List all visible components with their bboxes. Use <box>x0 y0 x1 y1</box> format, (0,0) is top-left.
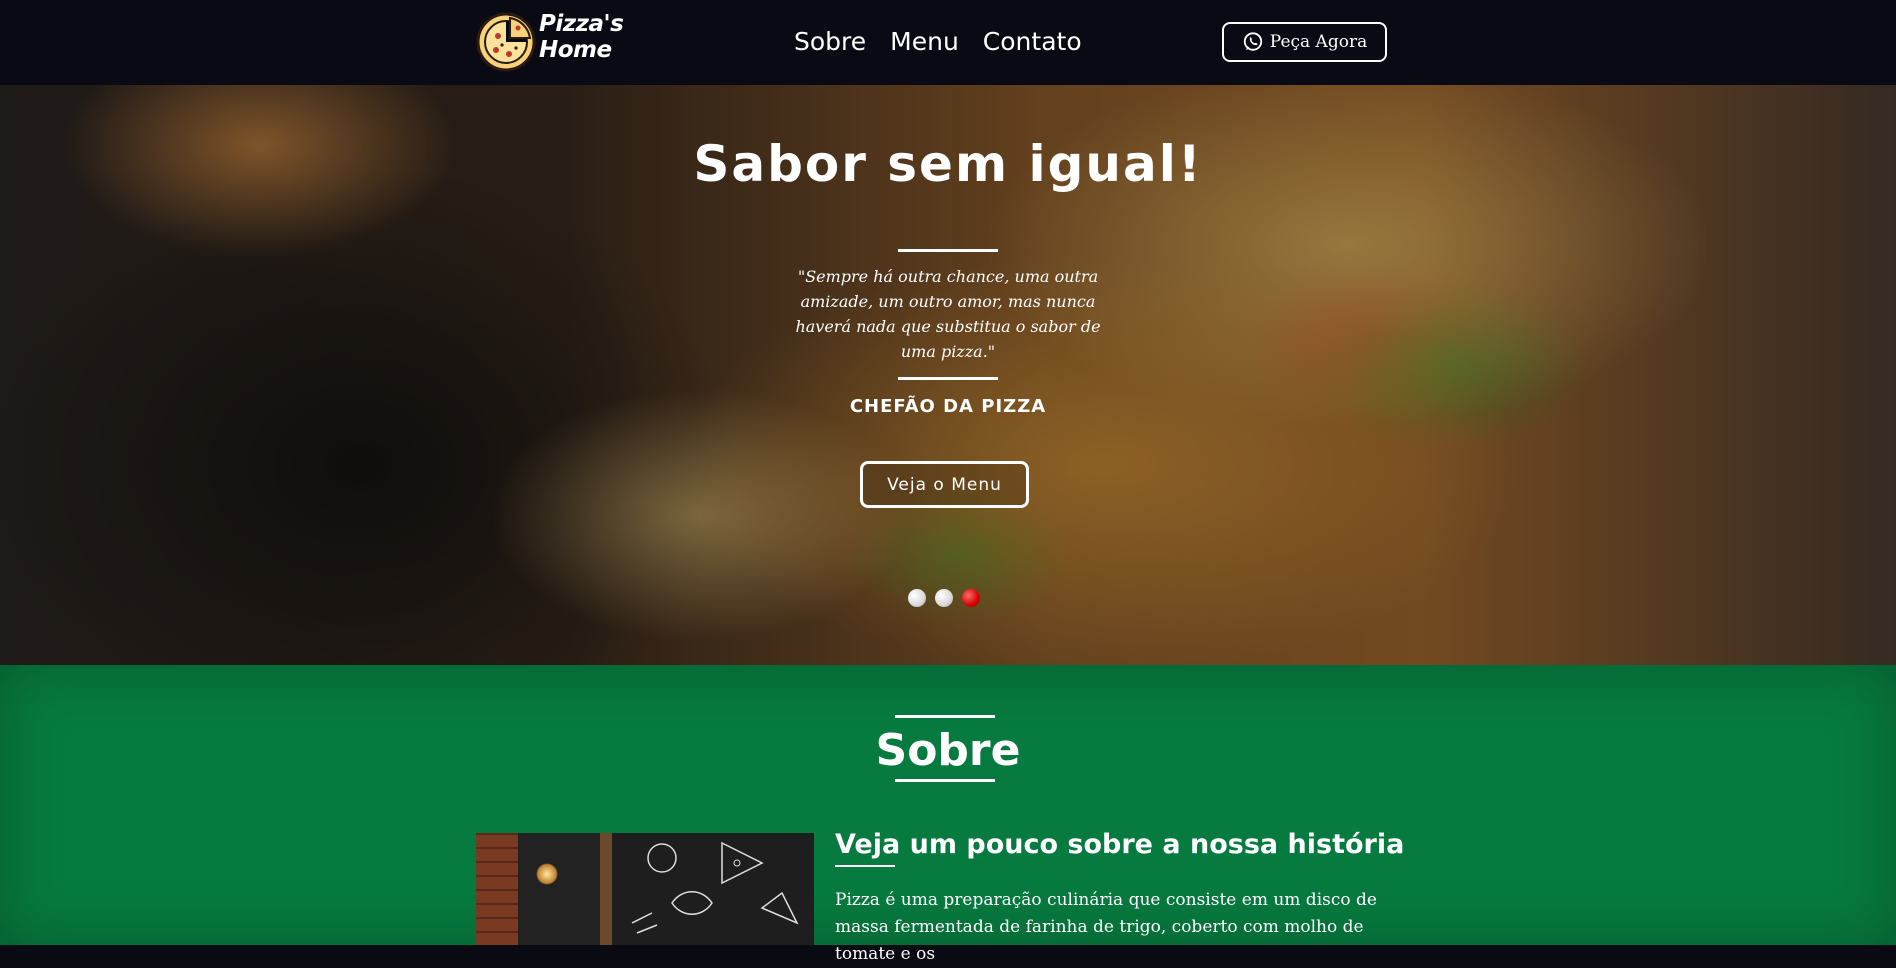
sobre-divider-bottom <box>895 779 995 782</box>
lamp-light <box>536 863 558 885</box>
carousel-dot-1[interactable] <box>908 589 926 607</box>
chalk-drawings-icon <box>631 841 799 934</box>
brand-logo[interactable]: Pizza's Home <box>476 11 636 73</box>
brick-wall <box>476 833 518 945</box>
hero-divider-bottom <box>898 377 998 380</box>
hero-divider-top <box>898 249 998 252</box>
hero-quote-author: CHEFÃO DA PIZZA <box>849 396 1047 417</box>
brand-line-2: Home <box>539 37 612 63</box>
nav-link-contato[interactable]: Contato <box>983 22 1082 62</box>
sobre-divider-top <box>895 715 995 718</box>
carousel-dot-2[interactable] <box>935 589 953 607</box>
chalkboard-drawings <box>612 833 814 945</box>
nav-link-sobre[interactable]: Sobre <box>794 22 866 62</box>
order-now-label: Peça Agora <box>1269 32 1368 52</box>
about-subtitle-underline <box>835 865 895 867</box>
order-now-button[interactable]: Peça Agora <box>1222 22 1387 62</box>
pizza-logo-icon <box>476 12 536 72</box>
about-subtitle: Veja um pouco sobre a nossa história <box>835 829 1405 860</box>
about-image <box>476 833 814 945</box>
navbar: Pizza's Home Sobre Menu Contato Peça Ago… <box>0 0 1896 85</box>
about-title: Sobre <box>875 725 1021 776</box>
main-nav: Sobre Menu Contato <box>794 22 1082 62</box>
whatsapp-icon <box>1243 32 1262 51</box>
hero-title: Sabor sem igual! <box>693 135 1203 193</box>
chalkboard <box>518 833 600 945</box>
hero-carousel: Sabor sem igual! "Sempre há outra chance… <box>0 85 1896 665</box>
brand-name: Pizza's Home <box>539 11 639 63</box>
carousel-dot-3[interactable] <box>962 589 980 607</box>
about-section: Sobre Veja um pouco sobre a nossa histór… <box>0 665 1896 964</box>
nav-link-menu[interactable]: Menu <box>890 22 959 62</box>
wood-frame <box>600 833 612 945</box>
carousel-indicators <box>908 589 980 607</box>
hero-quote: "Sempre há outra chance, uma outra amiza… <box>795 267 1101 361</box>
view-menu-button[interactable]: Veja o Menu <box>860 461 1029 508</box>
about-text: Pizza é uma preparação culinária que con… <box>835 890 1377 964</box>
brand-line-1: Pizza's <box>539 11 624 37</box>
